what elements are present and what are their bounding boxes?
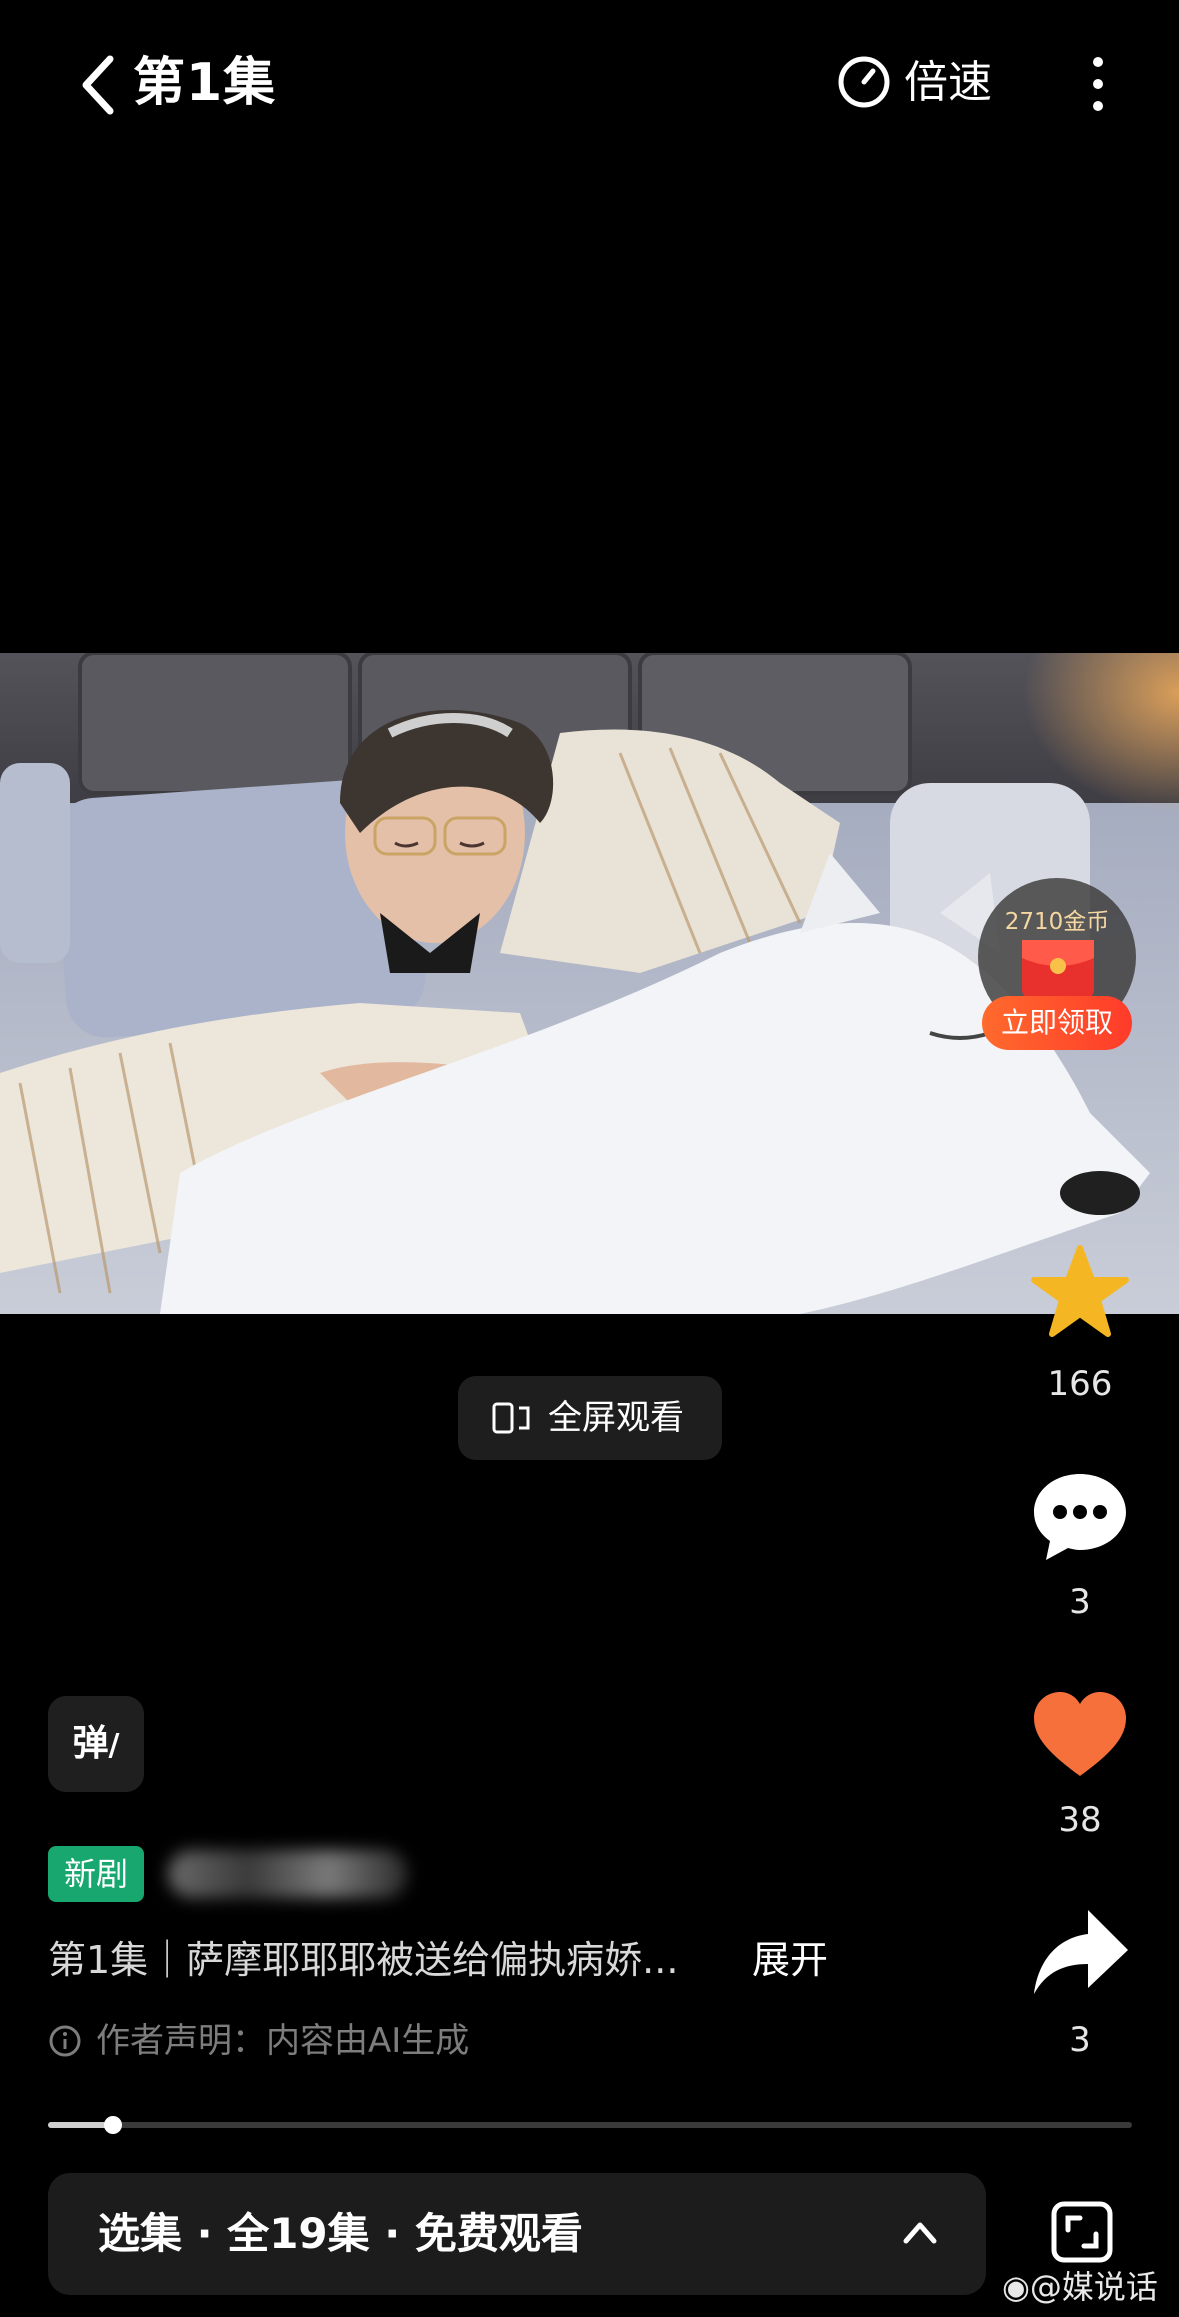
reward-amount: 2710金币 (1004, 909, 1110, 935)
page-title: 第1集 (133, 53, 277, 113)
red-envelope-icon (1022, 940, 1094, 998)
progress-bar[interactable] (48, 2116, 1132, 2134)
episode-description: 第1集｜萨摩耶耶耶被送给偏执病娇... (48, 1938, 679, 1982)
new-drama-badge: 新剧 (48, 1846, 144, 1902)
episodes-label: 选集 · 全19集 · 免费观看 (98, 2209, 583, 2258)
claim-reward-button[interactable]: 立即领取 (982, 996, 1132, 1050)
weibo-watermark: ◉@媒说话 (1002, 2262, 1158, 2312)
expand-view-icon[interactable] (1050, 2200, 1114, 2264)
progress-handle[interactable] (104, 2116, 123, 2134)
danmu-slash-icon: / (108, 1728, 120, 1763)
reward-badge[interactable]: 2710金币 立即领取 (978, 878, 1136, 1058)
expand-link[interactable]: 展开 (752, 1932, 828, 1988)
author-statement: 作者声明：内容由AI生成 (96, 2021, 470, 2061)
like-count: 38 (1058, 1800, 1102, 1840)
danmu-label: 弹 (72, 1723, 109, 1764)
comment-icon[interactable] (1030, 1466, 1130, 1566)
speed-icon[interactable] (836, 54, 892, 110)
speed-button[interactable]: 倍速 (904, 50, 992, 116)
heart-icon[interactable] (1030, 1686, 1130, 1786)
favorite-count: 166 (1047, 1364, 1113, 1404)
episodes-bar[interactable]: 选集 · 全19集 · 免费观看 (48, 2173, 986, 2295)
fullscreen-label: 全屏观看 (548, 1398, 684, 1438)
rotate-screen-icon (492, 1398, 532, 1438)
comment-count: 3 (1069, 1582, 1091, 1622)
share-count: 3 (1069, 2020, 1091, 2060)
danmu-toggle-button[interactable]: 弹/ (48, 1696, 144, 1792)
watermark-text: @媒说话 (1029, 2268, 1158, 2306)
chevron-up-icon (900, 2213, 940, 2253)
share-icon[interactable] (1030, 1904, 1130, 2004)
more-icon[interactable] (1084, 54, 1112, 114)
back-icon[interactable] (70, 45, 130, 125)
weibo-logo-icon: ◉ (1002, 2268, 1030, 2306)
author-name-blurred[interactable] (168, 1850, 408, 1898)
star-icon[interactable] (1030, 1242, 1130, 1342)
fullscreen-button[interactable]: 全屏观看 (458, 1376, 722, 1460)
info-icon (48, 2024, 82, 2058)
